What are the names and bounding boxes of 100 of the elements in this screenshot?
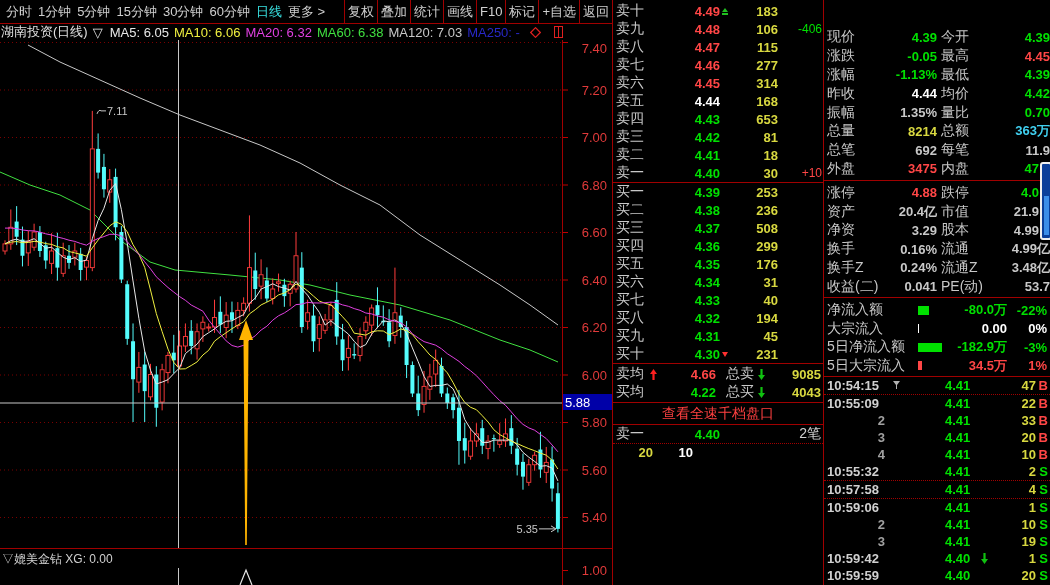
period-tab[interactable]: 15分钟 bbox=[113, 2, 160, 21]
quote-value: 20.4亿 bbox=[898, 202, 937, 221]
toolbar-button[interactable]: +自选 bbox=[538, 0, 579, 23]
period-tab[interactable]: 分时 bbox=[3, 2, 35, 21]
total-volume-label: 总买 bbox=[726, 383, 755, 401]
panel-icon[interactable] bbox=[553, 26, 563, 38]
period-tab[interactable]: 1分钟 bbox=[35, 2, 75, 21]
peak-marker-icon bbox=[239, 568, 253, 585]
volume-value: 30 bbox=[762, 165, 778, 181]
toolbar-button[interactable]: 统计 bbox=[410, 0, 443, 23]
volume-value: 183 bbox=[755, 3, 778, 19]
price-value: 4.36 bbox=[693, 238, 720, 254]
crosshair-vertical-line bbox=[178, 567, 179, 585]
trade-volume: 10 bbox=[1020, 516, 1036, 532]
price-value: 4.44 bbox=[693, 93, 720, 109]
quote-value: 0.24% bbox=[900, 260, 937, 276]
trade-volume: 4 bbox=[1027, 481, 1036, 497]
volume-value: 176 bbox=[755, 256, 778, 272]
indicator-value: MA250: - bbox=[467, 24, 520, 40]
period-tab[interactable]: 更多 > bbox=[284, 2, 329, 21]
order-level-label: 卖七 bbox=[616, 56, 645, 74]
quote-label: 振幅 bbox=[827, 103, 855, 122]
trade-side: B bbox=[1037, 446, 1049, 462]
trade-side: B bbox=[1037, 395, 1049, 411]
menu-toggle[interactable]: ▽ bbox=[92, 24, 103, 40]
price-axis-label: 5.40 bbox=[581, 510, 607, 525]
trade-price: 4.40 bbox=[945, 567, 972, 583]
period-tab[interactable]: 60分钟 bbox=[206, 2, 253, 21]
volume-value: 106 bbox=[755, 21, 778, 37]
quote-value: 692 bbox=[915, 142, 937, 158]
quote-value: 4.39 bbox=[911, 29, 937, 45]
quote-value: 4.99亿 bbox=[1011, 240, 1050, 259]
fund-flow-label: 5日大宗流入 bbox=[827, 356, 906, 375]
price-axis-label: 7.20 bbox=[581, 82, 607, 98]
quote-label: 总额 bbox=[941, 122, 969, 141]
quote-label: 股本 bbox=[941, 221, 969, 240]
quote-label: 涨幅 bbox=[827, 66, 855, 84]
order-level-label: 买三 bbox=[616, 219, 645, 237]
queued-order-volume: 20 bbox=[637, 445, 653, 460]
trade-volume: 22 bbox=[1020, 395, 1036, 411]
quote-value: 8214 bbox=[908, 123, 937, 139]
price-value: 4.32 bbox=[693, 310, 720, 326]
diamond-icon[interactable] bbox=[529, 26, 541, 38]
trade-volume: 1 bbox=[1027, 550, 1036, 566]
high-price-label: 7.11 bbox=[107, 104, 128, 117]
trade-time: 10:55:09 bbox=[827, 395, 881, 411]
order-level-label: 卖一 bbox=[616, 425, 645, 443]
trade-time: 10:54:15 bbox=[827, 377, 881, 393]
up-triangle-icon bbox=[722, 7, 728, 15]
quote-value: 4.42 bbox=[1024, 86, 1050, 102]
volume-value: 253 bbox=[755, 184, 778, 200]
price-value: 4.34 bbox=[693, 274, 720, 290]
volume-value: 277 bbox=[755, 57, 778, 73]
scrollbar-thumb[interactable] bbox=[1040, 161, 1050, 240]
volume-change-value: -406 bbox=[796, 22, 822, 36]
quote-label: 跌停 bbox=[941, 183, 969, 202]
price-value: 4.40 bbox=[693, 426, 720, 442]
quote-value: 0.041 bbox=[904, 279, 937, 295]
price-value: 4.41 bbox=[693, 147, 720, 163]
period-tab[interactable]: 5分钟 bbox=[74, 2, 114, 21]
trade-price: 4.41 bbox=[945, 412, 972, 428]
volume-value: 236 bbox=[755, 202, 778, 218]
quote-label: 每笔 bbox=[941, 141, 969, 160]
indicator-value: MA60: 6.38 bbox=[316, 24, 384, 40]
quote-label: 流通Z bbox=[941, 258, 978, 277]
full-depth-link[interactable]: 查看全速千档盘口 bbox=[662, 404, 774, 423]
period-tab[interactable]: 30分钟 bbox=[159, 2, 207, 21]
order-level-label: 卖一 bbox=[616, 164, 645, 182]
price-value: 4.30 bbox=[693, 346, 720, 362]
quote-value: -1.13% bbox=[895, 67, 937, 83]
price-value: 4.40 bbox=[693, 165, 720, 181]
average-price-label: 买均 bbox=[616, 383, 645, 401]
indicator-axis-label: 1.00 bbox=[581, 563, 607, 578]
quote-label: 均价 bbox=[941, 84, 969, 103]
fund-flow-ratio: 1% bbox=[1027, 358, 1048, 373]
quote-label: 最高 bbox=[941, 47, 969, 66]
fund-flow-ratio: 0% bbox=[1027, 321, 1048, 337]
quote-value: 53.7 bbox=[1024, 279, 1050, 295]
toolbar-button[interactable]: 复权 bbox=[344, 0, 377, 23]
trade-side: S bbox=[1038, 463, 1049, 479]
quote-label: 内盘 bbox=[941, 159, 969, 178]
filter-icon[interactable] bbox=[893, 381, 900, 390]
period-tab[interactable]: 日线 bbox=[252, 2, 285, 21]
quote-label: 现价 bbox=[827, 28, 855, 47]
trade-time: 10:59:42 bbox=[827, 550, 881, 566]
trade-sequence-number: 4 bbox=[876, 446, 886, 462]
price-axis-label: 5.80 bbox=[581, 415, 607, 430]
quote-value: 3.48亿 bbox=[1011, 258, 1050, 277]
trade-sequence-number: 3 bbox=[876, 429, 886, 445]
trade-volume: 47 bbox=[1020, 377, 1036, 393]
price-axis-label: 6.60 bbox=[581, 225, 607, 240]
volume-value: 81 bbox=[762, 129, 778, 145]
volume-value: 231 bbox=[755, 346, 778, 362]
price-value: 4.43 bbox=[693, 111, 720, 127]
quote-value: 363万 bbox=[1015, 122, 1050, 141]
price-value: 4.47 bbox=[693, 39, 720, 55]
toolbar-button[interactable]: 画线 bbox=[443, 0, 476, 23]
price-axis-label: 6.80 bbox=[581, 177, 607, 193]
trade-price: 4.41 bbox=[945, 395, 972, 411]
order-count: 2笔 bbox=[798, 425, 822, 443]
